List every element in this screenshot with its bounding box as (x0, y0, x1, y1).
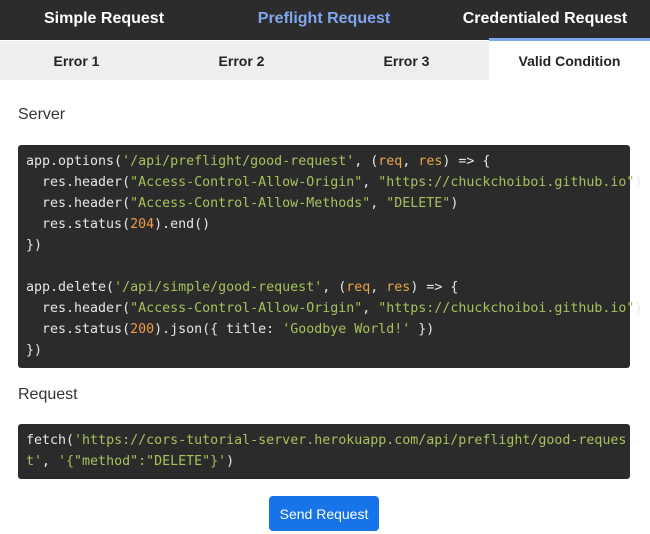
code-line: res.header("Access-Control-Allow-Origin"… (26, 298, 642, 319)
sub-tab-bar: Error 1 Error 2 Error 3 Valid Condition (0, 41, 650, 80)
code-token: "Access-Control-Allow-Methods" (130, 196, 371, 211)
code-token: res.header( (26, 175, 131, 190)
code-line: res.header("Access-Control-Allow-Methods… (26, 193, 622, 214)
code-token: res.status( (26, 322, 131, 337)
code-token: ) => { (442, 154, 491, 169)
code-token: req (378, 154, 403, 169)
tab-valid-condition[interactable]: Valid Condition (489, 41, 650, 80)
code-token: 204 (130, 217, 155, 232)
code-token: '{"method":"DELETE"}' (58, 454, 227, 469)
code-token: ) => { (410, 280, 459, 295)
request-code-lines: fetch('https://cors-tutorial-server.hero… (26, 430, 626, 472)
code-token: '/api/simple/good-request' (114, 280, 323, 295)
code-token: , ( (322, 280, 347, 295)
code-token: }) (26, 238, 43, 253)
tab-credentialed-request[interactable]: Credentialed Request (440, 0, 650, 40)
code-token: t' (26, 454, 43, 469)
tab-error-3[interactable]: Error 3 (330, 41, 483, 80)
code-token: , (370, 196, 387, 211)
code-token: "Access-Control-Allow-Origin" (130, 301, 363, 316)
code-token: res (418, 154, 443, 169)
tab-error-1[interactable]: Error 1 (0, 41, 153, 80)
code-token: , (370, 280, 387, 295)
code-line: res.status(204).end() (26, 214, 622, 235)
code-token: "https://chuckchoiboi.github.io" (378, 175, 635, 190)
request-code-block: fetch('https://cors-tutorial-server.hero… (18, 424, 630, 479)
server-code-block: app.options('/api/preflight/good-request… (18, 145, 642, 368)
code-token: ) (634, 175, 643, 190)
code-token: , (42, 454, 59, 469)
tab-preflight-request[interactable]: Preflight Request (216, 0, 432, 40)
code-token: 'Goodbye World!' (282, 322, 411, 337)
code-token: res.status( (26, 217, 131, 232)
code-token: ) (450, 196, 459, 211)
code-token: "Access-Control-Allow-Origin" (130, 175, 363, 190)
code-token: , (362, 301, 379, 316)
code-token: res (386, 280, 411, 295)
code-token: app.delete( (26, 280, 115, 295)
code-token: req (346, 280, 371, 295)
code-token: res.header( (26, 196, 131, 211)
send-request-button[interactable]: Send Request (269, 496, 379, 531)
code-line: res.status(200).json({ title: 'Goodbye W… (26, 319, 622, 340)
code-token: "DELETE" (386, 196, 451, 211)
tab-simple-request[interactable]: Simple Request (0, 0, 208, 40)
code-token: }) (410, 322, 435, 337)
code-line: }) (26, 235, 622, 256)
code-token: ).end() (154, 217, 211, 232)
code-line: }) (26, 340, 622, 361)
code-line: res.header("Access-Control-Allow-Origin"… (26, 172, 642, 193)
code-token: , (402, 154, 419, 169)
code-token: }) (26, 343, 43, 358)
code-token: res.header( (26, 301, 131, 316)
code-token: ) (634, 301, 643, 316)
code-token: , ( (354, 154, 379, 169)
code-token: app.options( (26, 154, 123, 169)
code-line: fetch('https://cors-tutorial-server.hero… (26, 430, 626, 451)
code-line: app.delete('/api/simple/good-request', (… (26, 277, 622, 298)
top-tab-bar: Simple Request Preflight Request Credent… (0, 0, 650, 41)
tab-error-2[interactable]: Error 2 (165, 41, 318, 80)
code-token: "https://chuckchoiboi.github.io" (378, 301, 635, 316)
code-line: app.options('/api/preflight/good-request… (26, 151, 622, 172)
code-token: 'https://cors-tutorial-server.herokuapp.… (74, 433, 627, 448)
server-section-label: Server (18, 106, 66, 123)
code-token: ).json({ title: (154, 322, 283, 337)
code-token: , (362, 175, 379, 190)
code-line: t', '{"method":"DELETE"}') (26, 451, 622, 472)
code-token: ) (226, 454, 235, 469)
code-token: 200 (130, 322, 155, 337)
server-code-lines: app.options('/api/preflight/good-request… (26, 151, 642, 361)
request-section-label: Request (18, 386, 78, 403)
code-token: fetch( (26, 433, 75, 448)
code-token: '/api/preflight/good-request' (122, 154, 355, 169)
